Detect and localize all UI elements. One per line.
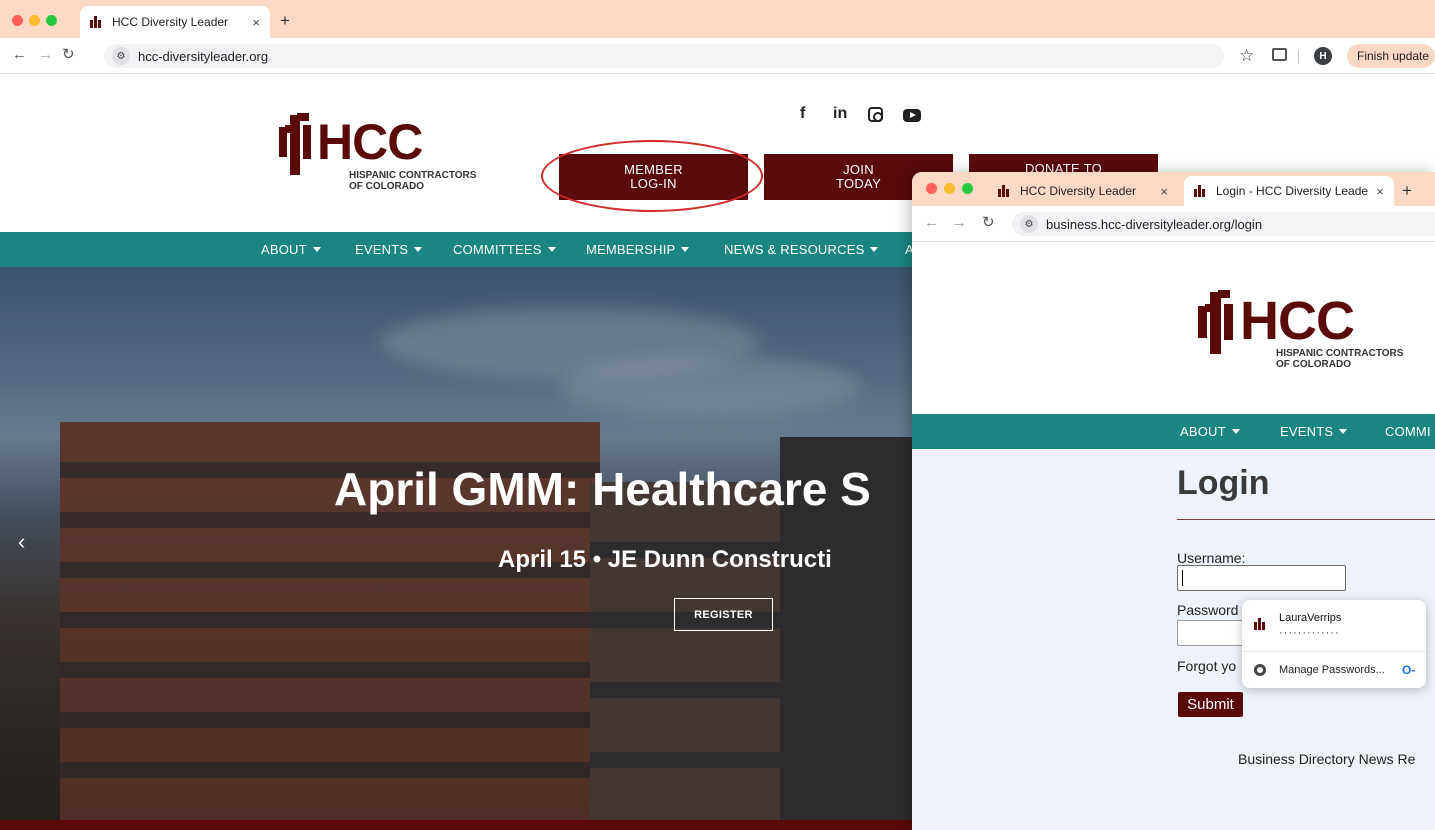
forgot-password-link[interactable]: Forgot yo [1177,658,1236,674]
chevron-down-icon [1339,429,1348,434]
nav-committees[interactable]: COMMITTEES [453,242,556,257]
logo-sub-line1: HISPANIC CONTRACTORS [349,170,477,181]
register-button[interactable]: REGISTER [674,598,773,631]
nav-committees[interactable]: COMMI [1385,424,1431,439]
logo-word: HCC [1240,291,1355,351]
login-title: Login [1177,464,1270,502]
text-cursor [1182,570,1183,586]
hcc-logo[interactable]: HCC HISPANIC CONTRACTORS OF COLORADO [279,113,499,195]
nav-news-resources[interactable]: NEWS & RESOURCES [724,242,879,257]
chevron-down-icon [681,247,690,252]
hcc-logo-icon [998,185,1012,197]
username-field[interactable] [1177,565,1346,591]
chevron-down-icon [414,247,423,252]
hcc-logo-icon [1194,185,1208,197]
main-nav: ABOUT EVENTS COMMI [912,414,1435,449]
instagram-icon[interactable] [868,107,883,122]
close-window-button[interactable] [926,183,937,194]
lens-icon[interactable] [1272,48,1287,61]
tab-close-icon[interactable]: × [1376,184,1384,199]
address-bar: ← → ↻ ⚙ business.hcc-diversityleader.org… [912,206,1435,242]
close-window-button[interactable] [12,15,23,26]
url-field[interactable]: ⚙ hcc-diversityleader.org [104,44,1224,68]
site-settings-icon[interactable]: ⚙ [112,47,130,65]
submit-button[interactable]: Submit [1178,692,1243,717]
hero-subtitle: April 15 • JE Dunn Constructi [498,546,832,573]
tab-close-icon[interactable]: × [252,15,260,30]
tab-title: HCC Diversity Leader [112,15,229,29]
carousel-prev-icon[interactable]: ‹ [18,529,25,555]
nav-events[interactable]: EVENTS [355,242,423,257]
password-label: Password [1177,602,1239,618]
profile-avatar[interactable]: H [1314,47,1332,65]
toolbar-separator [1298,50,1299,64]
new-tab-button[interactable]: + [1402,182,1412,199]
hcc-logo[interactable]: HCC HISPANIC CONTRACTORS OF COLORADO [1198,290,1428,378]
site-settings-icon[interactable]: ⚙ [1020,215,1038,233]
url-text: hcc-diversityleader.org [138,48,269,64]
star-icon[interactable]: ☆ [1239,46,1254,66]
facebook-icon[interactable]: f [800,105,805,123]
address-bar: ← → ↻ ⚙ hcc-diversityleader.org ☆ H Fini… [0,38,1435,74]
chevron-down-icon [547,247,556,252]
annotation-highlight-circle [541,140,763,212]
tab-strip: HCC Diversity Leader × Login - HCC Diver… [912,172,1435,206]
finish-update-label: Finish update [1357,49,1430,63]
tab-hcc-diversity-leader[interactable]: HCC Diversity Leader × [988,176,1178,206]
join-today-line2: TODAY [835,176,882,191]
back-arrow-icon[interactable]: ← [924,215,939,230]
finish-update-button[interactable]: Finish update ⋮ [1347,44,1435,68]
chrome-icon [1254,664,1266,676]
url-field[interactable]: ⚙ business.hcc-diversityleader.org/login [1012,212,1435,236]
logo-word: HCC [317,114,423,170]
hcc-logo-icon [1254,618,1268,630]
logo-sub-line2: OF COLORADO [1276,359,1351,370]
tab-hcc-diversity-leader[interactable]: HCC Diversity Leader × [80,6,270,38]
manage-passwords-button[interactable]: Manage Passwords... [1279,664,1385,676]
new-tab-button[interactable]: + [280,12,290,29]
logo-sub-line2: OF COLORADO [349,181,424,192]
hcc-logo-icon [90,16,104,28]
nav-about[interactable]: ABOUT [1180,424,1240,439]
tab-title: Login - HCC Diversity Leader [1216,184,1369,198]
logo-sub-line1: HISPANIC CONTRACTORS [1276,348,1404,359]
hero-title: April GMM: Healthcare S [334,463,871,515]
saved-password-mask: ············· [1279,627,1340,639]
forward-arrow-icon[interactable]: → [38,47,53,62]
minimize-window-button[interactable] [29,15,40,26]
reload-icon[interactable]: ↻ [62,47,75,62]
key-icon: O- [1402,663,1416,677]
back-arrow-icon[interactable]: ← [12,47,27,62]
tab-title: HCC Diversity Leader [1020,184,1137,198]
chevron-down-icon [870,247,879,252]
chevron-down-icon [1231,429,1240,434]
join-today-line1: JOIN [843,162,874,178]
tab-login[interactable]: Login - HCC Diversity Leader × [1184,176,1394,206]
saved-username: LauraVerrips [1279,612,1342,624]
nav-membership[interactable]: MEMBERSHIP [586,242,690,257]
youtube-icon[interactable] [903,109,921,122]
browser-window-login: HCC Diversity Leader × Login - HCC Diver… [912,172,1435,830]
tab-strip: HCC Diversity Leader × + [0,0,1435,38]
tab-close-icon[interactable]: × [1160,184,1168,199]
login-divider [1177,519,1435,520]
zoom-window-button[interactable] [46,15,57,26]
linkedin-icon[interactable]: in [833,105,847,123]
nav-about[interactable]: ABOUT [261,242,321,257]
url-text: business.hcc-diversityleader.org/login [1046,216,1263,232]
nav-events[interactable]: EVENTS [1280,424,1348,439]
footer-links[interactable]: Business Directory News Re [1238,751,1415,767]
forward-arrow-icon[interactable]: → [952,215,967,230]
popup-divider [1242,651,1426,652]
username-label: Username: [1177,550,1246,566]
chevron-down-icon [312,247,321,252]
minimize-window-button[interactable] [944,183,955,194]
password-autofill-popup: LauraVerrips ············· Manage Passwo… [1242,600,1426,688]
zoom-window-button[interactable] [962,183,973,194]
reload-icon[interactable]: ↻ [982,215,995,230]
